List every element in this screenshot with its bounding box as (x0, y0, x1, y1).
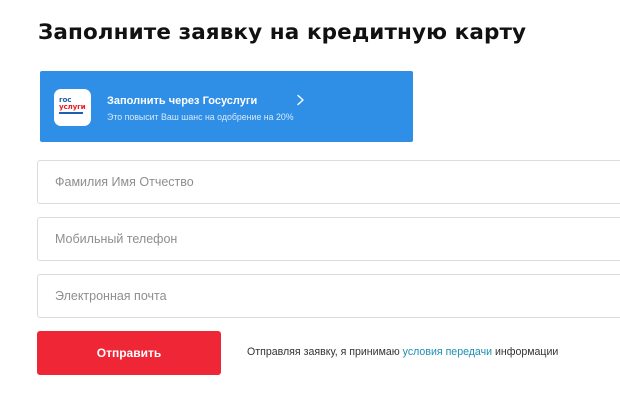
chevron-right-icon (297, 94, 304, 106)
terms-link[interactable]: условия (403, 346, 443, 358)
gosuslugi-button[interactable]: гос услуги Заполнить через Госуслуги Это… (40, 71, 413, 142)
gosuslugi-subtitle: Это повысит Ваш шанс на одобрение на 20% (107, 112, 294, 122)
page-title: Заполните заявку на кредитную карту (38, 20, 527, 45)
submit-button[interactable]: Отправить (37, 331, 221, 375)
consent-prefix: Отправляя заявку, я принимаю (247, 346, 403, 358)
email-field[interactable] (37, 274, 620, 318)
gosuslugi-logo-icon: гос услуги (54, 89, 91, 126)
gosuslugi-logo-underline (59, 112, 83, 114)
gosuslugi-logo-line2: услуги (59, 102, 86, 111)
gosuslugi-title: Заполнить через Госуслуги (107, 95, 258, 107)
transfer-link[interactable]: передачи (446, 346, 492, 358)
credit-card-application-form: Заполните заявку на кредитную карту гос … (0, 0, 620, 396)
consent-text: Отправляя заявку, я принимаю условия пер… (247, 346, 558, 358)
mobile-phone-field[interactable] (37, 217, 620, 261)
consent-suffix: информации (492, 346, 559, 358)
full-name-field[interactable] (37, 160, 620, 204)
